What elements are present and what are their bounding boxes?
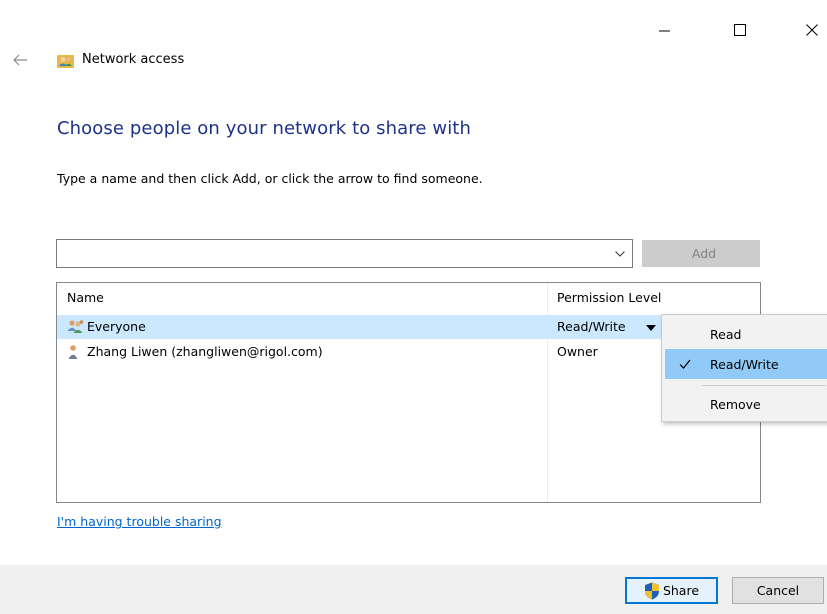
minimize-icon: [659, 30, 670, 32]
menu-item-label: Read/Write: [710, 357, 779, 372]
caret-down-icon[interactable]: [646, 325, 656, 331]
instructions-text: Type a name and then click Add, or click…: [57, 171, 483, 186]
menu-item-label: Remove: [710, 397, 761, 412]
menu-item-remove[interactable]: Remove: [665, 389, 827, 419]
column-header-name[interactable]: Name: [67, 289, 104, 307]
uac-shield-icon: [644, 582, 659, 599]
back-button[interactable]: [12, 52, 28, 68]
name-combobox[interactable]: [56, 239, 633, 268]
share-button-label: Share: [662, 583, 700, 598]
menu-separator: [702, 385, 826, 386]
name-input[interactable]: [61, 243, 601, 264]
sharing-list[interactable]: Name Permission Level Everyone Read/Writ…: [56, 282, 761, 503]
column-header-permission[interactable]: Permission Level: [557, 289, 661, 307]
maximize-icon: [734, 24, 746, 36]
window-title: Network access: [82, 52, 185, 67]
network-people-icon: [57, 53, 74, 68]
minimize-button[interactable]: [645, 15, 685, 45]
share-button[interactable]: Share: [625, 577, 718, 604]
maximize-button[interactable]: [720, 15, 760, 45]
trouble-sharing-link[interactable]: I'm having trouble sharing: [57, 513, 222, 531]
user-icon: [67, 344, 85, 360]
network-access-window: Network access Choose people on your net…: [0, 0, 827, 614]
list-row-name: Everyone: [87, 319, 146, 334]
cancel-button[interactable]: Cancel: [732, 577, 824, 604]
add-button[interactable]: Add: [642, 240, 760, 267]
group-users-icon: [67, 319, 85, 335]
menu-item-label: Read: [710, 327, 742, 342]
close-button[interactable]: [792, 15, 827, 45]
chevron-down-icon: [615, 250, 625, 257]
list-row-everyone[interactable]: Everyone Read/Write: [57, 315, 760, 339]
page-heading: Choose people on your network to share w…: [57, 118, 471, 139]
combobox-dropdown-button[interactable]: [608, 240, 632, 267]
list-row-owner[interactable]: Zhang Liwen (zhangliwen@rigol.com) Owner: [57, 340, 760, 364]
menu-item-read[interactable]: Read: [665, 319, 827, 349]
permission-label: Owner: [557, 344, 598, 359]
permission-menu: Read Read/Write Remove: [661, 314, 827, 422]
dialog-footer: Share Cancel: [0, 565, 827, 614]
back-arrow-icon: [13, 54, 27, 66]
checkmark-icon: [679, 359, 691, 369]
menu-item-read-write[interactable]: Read/Write: [665, 349, 827, 379]
permission-dropdown[interactable]: Read/Write: [557, 318, 626, 336]
close-icon: [806, 24, 818, 36]
list-row-name: Zhang Liwen (zhangliwen@rigol.com): [87, 344, 323, 359]
